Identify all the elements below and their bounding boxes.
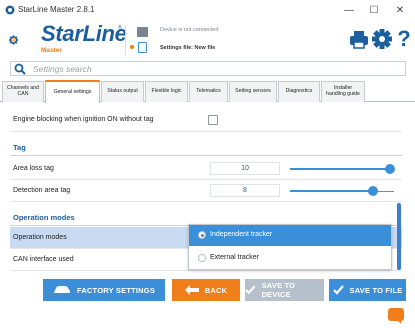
starline-logo-icon [9,35,19,45]
setting-row-detection-area: Detection area tag 8 [10,180,402,202]
area-loss-slider-fill [290,168,390,170]
tab-flexible-logic[interactable]: Flexible logic [145,81,188,102]
detection-area-label: Detection area tag [13,187,71,194]
can-interface-label: CAN interface used [13,256,74,263]
print-icon[interactable] [348,26,370,52]
area-loss-slider-thumb[interactable] [384,164,395,174]
tab-diagnostics[interactable]: Diagnostics [278,81,320,102]
tag-section-title: Tag [13,143,26,152]
starline-app-icon [5,5,15,15]
tab-channels-and-can[interactable]: Channels and CAN [2,81,44,102]
detection-area-slider-thumb[interactable] [368,186,379,196]
save-to-file-button[interactable]: SAVE TO FILE [329,279,406,301]
chat-icon[interactable] [388,308,404,324]
tab-telematics[interactable]: Telematics [189,81,228,102]
logo-text: StarLine [41,21,127,46]
status-dot [130,45,134,49]
save-to-device-label: SAVE TO DEVICE [261,281,296,299]
section-header-tag: Tag [10,140,402,156]
tab-bar: Channels and CAN General settings Status… [0,80,415,103]
radio-independent-tracker[interactable] [198,231,206,239]
factory-settings-label: FACTORY SETTINGS [76,285,156,295]
detection-area-slider-fill [290,190,374,192]
logo-subtitle: Master [41,47,62,54]
engine-blocking-label: Engine blocking when ignition ON without… [13,116,154,123]
area-loss-input[interactable]: 10 [210,162,280,175]
dropdown-option-independent-tracker[interactable]: Independent tracker [189,225,391,246]
search-icon [14,63,26,75]
settings-file-label: Settings file: New file [160,45,216,51]
checkmark-icon [332,285,344,295]
logo-registered-mark: ® [118,25,122,31]
settings-search[interactable] [10,61,406,76]
save-to-file-label: SAVE TO FILE [349,285,403,295]
device-status: Device is not connected [160,27,219,33]
title-bar: StarLine Master 2.8.1 — ☐ ✕ [0,0,415,22]
tab-general-settings[interactable]: General settings [45,80,100,103]
option-label: External tracker [210,254,260,261]
back-label: BACK [204,285,228,295]
engine-blocking-checkbox[interactable] [208,115,218,125]
checkmark-icon [245,285,256,295]
car-icon [53,286,70,293]
device-icon [137,27,148,37]
maximize-button[interactable]: ☐ [362,2,386,20]
setting-row-area-loss: Area loss tag 10 [10,158,402,180]
close-button[interactable]: ✕ [388,2,412,20]
tab-status-output[interactable]: Status output [101,81,144,102]
tab-installer-handling-guide[interactable]: Installer handling guide [321,81,365,102]
option-label: Independent tracker [210,231,273,238]
gear-icon[interactable] [371,26,393,52]
back-button[interactable]: BACK [172,279,240,301]
header-divider [125,25,126,55]
file-icon [138,42,147,53]
setting-row-engine-blocking: Engine blocking when ignition ON without… [10,110,402,132]
save-to-device-button[interactable]: SAVE TO DEVICE [245,279,324,301]
area-loss-label: Area loss tag [13,165,54,172]
radio-external-tracker[interactable] [198,254,206,262]
dropdown-option-external-tracker[interactable]: External tracker [189,248,391,269]
search-input[interactable] [33,62,393,75]
help-icon[interactable]: ? [393,26,415,52]
operation-modes-dropdown: Independent tracker External tracker [188,224,392,270]
operation-modes-label: Operation modes [13,234,67,241]
minimize-button[interactable]: — [337,2,361,20]
operation-modes-section-title: Operation modes [13,213,75,222]
window-title: StarLine Master 2.8.1 [18,5,95,14]
factory-settings-button[interactable]: FACTORY SETTINGS [43,279,165,301]
detection-area-input[interactable]: 8 [210,184,280,197]
tab-setting-sensors[interactable]: Setting sensors [229,81,277,102]
arrow-left-icon [184,285,199,295]
scrollbar[interactable] [397,203,401,270]
